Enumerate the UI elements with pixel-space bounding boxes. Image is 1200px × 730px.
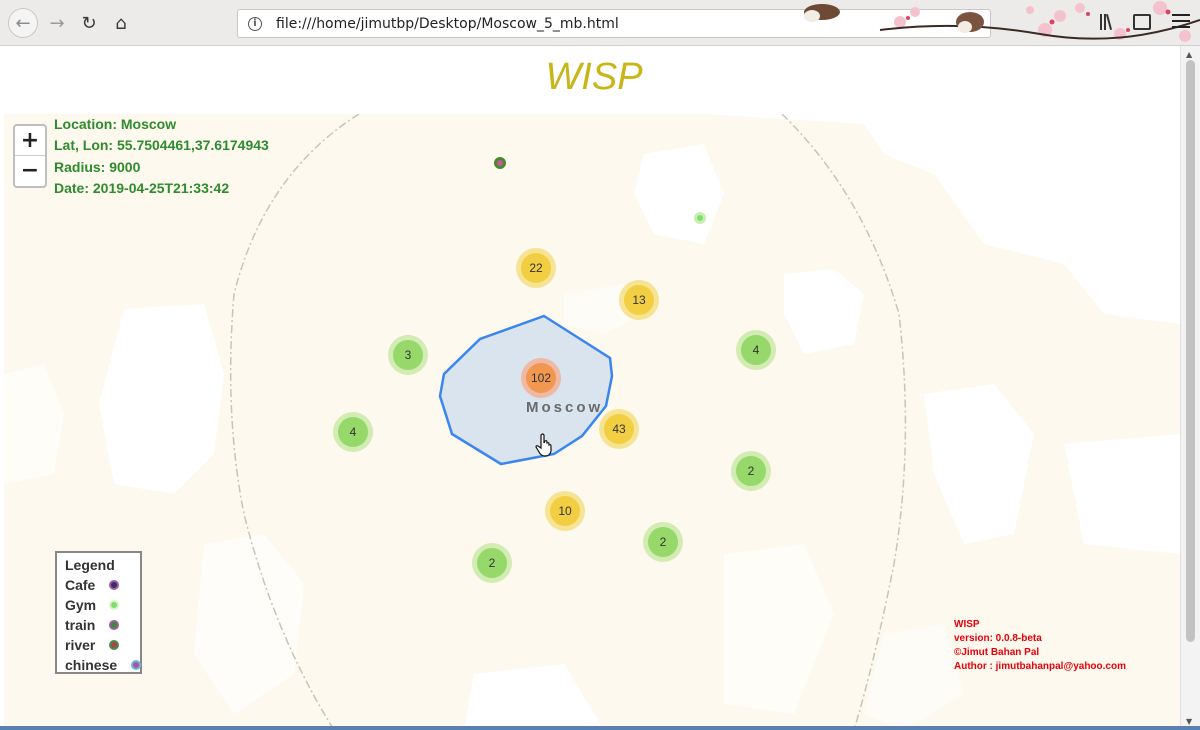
back-button[interactable]: ← [8, 8, 38, 38]
train-swatch-icon [109, 620, 119, 630]
scroll-up-icon[interactable]: ▲ [1186, 50, 1192, 59]
pocket-icon[interactable] [966, 15, 982, 31]
marker-cluster[interactable]: 10 [545, 491, 585, 531]
taskbar-strip [0, 726, 1200, 730]
library-icon[interactable] [1100, 14, 1118, 32]
location-text: Location: Moscow [54, 116, 177, 132]
scroll-thumb[interactable] [1186, 60, 1195, 642]
marker-cluster[interactable]: 22 [516, 248, 556, 288]
river-swatch-icon [109, 640, 119, 650]
legend-item-chinese: chinese [65, 655, 141, 675]
forward-arrow-icon: → [49, 12, 65, 34]
cluster-count: 2 [736, 456, 766, 486]
marker-cluster[interactable]: 2 [472, 543, 512, 583]
credits: WISP version: 0.0.8-beta ©Jimut Bahan Pa… [954, 618, 1126, 674]
forward-button[interactable]: → [42, 8, 72, 38]
page-title: WISP [545, 56, 643, 98]
marker-cluster[interactable]: 4 [736, 330, 776, 370]
cluster-count: 43 [604, 414, 634, 444]
train-marker[interactable] [494, 157, 506, 169]
cluster-count: 22 [521, 253, 551, 283]
info-icon[interactable]: i [248, 16, 262, 31]
back-arrow-icon: ← [15, 12, 31, 34]
page: WISP Moscow 22 13 3 4 102 43 4 2 10 2 2 … [0, 46, 1200, 730]
browser-toolbar: ← → ↻ ⌂ i file:///home/jimutbp/Desktop/M… [0, 0, 1200, 46]
cafe-swatch-icon [109, 580, 119, 590]
marker-cluster[interactable]: 3 [388, 335, 428, 375]
hand-cursor-icon [535, 433, 552, 457]
marker-cluster[interactable]: 2 [643, 522, 683, 562]
home-button[interactable]: ⌂ [106, 8, 136, 38]
credits-copyright: ©Jimut Bahan Pal [954, 647, 1040, 658]
gym-marker[interactable] [694, 212, 706, 224]
marker-cluster[interactable]: 2 [731, 451, 771, 491]
home-icon: ⌂ [115, 12, 127, 34]
legend-item-cafe: Cafe [65, 575, 132, 595]
legend-item-river: river [65, 635, 132, 655]
credits-author: Author : jimutbahanpal@yahoo.com [954, 661, 1126, 672]
date-text: Date: 2019-04-25T21:33:42 [54, 179, 230, 196]
scroll-down-icon[interactable]: ▼ [1186, 717, 1192, 726]
legend-title: Legend [65, 557, 115, 573]
info-panel: Location: Moscow Lat, Lon: 55.7504461,37… [54, 114, 269, 199]
zoom-control: + − [13, 124, 47, 188]
cluster-count: 10 [550, 496, 580, 526]
marker-cluster[interactable]: 43 [599, 409, 639, 449]
gym-swatch-icon [109, 600, 119, 610]
reload-button[interactable]: ↻ [74, 8, 104, 38]
legend: Legend Cafe Gym train river chinese [55, 551, 142, 674]
address-bar[interactable]: i file:///home/jimutbp/Desktop/Moscow_5_… [237, 9, 991, 38]
credits-version: version: 0.0.8-beta [954, 633, 1042, 644]
cluster-count: 2 [648, 527, 678, 557]
legend-item-train: train [65, 615, 132, 635]
latlon-text: Lat, Lon: 55.7504461,37.6174943 [54, 137, 269, 154]
marker-cluster[interactable]: 4 [333, 412, 373, 452]
legend-item-gym: Gym [65, 595, 132, 615]
sidebar-icon[interactable] [1133, 14, 1151, 30]
cluster-count: 4 [338, 417, 368, 447]
cluster-count: 102 [526, 363, 556, 393]
zoom-out-button[interactable]: − [15, 156, 45, 186]
cluster-count: 3 [393, 340, 423, 370]
url-text[interactable]: file:///home/jimutbp/Desktop/Moscow_5_mb… [276, 16, 619, 32]
cluster-count: 2 [477, 548, 507, 578]
marker-cluster[interactable]: 102 [521, 358, 561, 398]
reload-icon: ↻ [81, 12, 97, 34]
credits-app: WISP [954, 619, 980, 630]
cluster-count: 13 [624, 285, 654, 315]
cluster-count: 4 [741, 335, 771, 365]
menu-icon[interactable] [1172, 14, 1190, 30]
chinese-swatch-icon [131, 660, 141, 670]
radius-text: Radius: 9000 [54, 158, 141, 175]
city-label: Moscow [526, 399, 604, 416]
vertical-scrollbar[interactable]: ▲ ▼ [1180, 46, 1200, 730]
zoom-in-button[interactable]: + [15, 126, 45, 156]
marker-cluster[interactable]: 13 [619, 280, 659, 320]
